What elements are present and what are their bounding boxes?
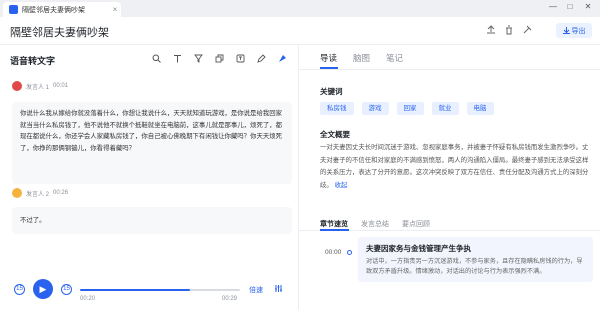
keyword-list: 私房钱 游戏 回家 就业 电脑 [320, 102, 494, 115]
edit-icon[interactable] [256, 54, 266, 64]
avatar [12, 81, 22, 91]
ai-assistant-icon[interactable] [277, 54, 287, 64]
pin-icon[interactable] [521, 25, 533, 37]
current-time: 00:20 [80, 296, 96, 302]
app-logo-icon [9, 5, 18, 14]
export-icon [562, 27, 570, 34]
chapter-tab-bar: 章节速览 发言总结 要点回顾 [299, 217, 600, 231]
audio-player: 15 ▶ 15 00:20 00:29 倍速 [0, 275, 298, 310]
tab-key-points[interactable]: 要点回顾 [402, 219, 430, 229]
tab-guide[interactable]: 导读 [320, 52, 337, 64]
forward-15-button[interactable]: 15 [61, 284, 72, 295]
speaker-timestamp[interactable]: 00:26 [53, 190, 68, 196]
rewind-15-button[interactable]: 15 [14, 284, 25, 295]
export-label: 导出 [571, 27, 586, 35]
transcript-paragraph[interactable]: 不过了。 [12, 207, 292, 234]
tab-title: 隔壁邻居夫妻俩吵架 [22, 6, 85, 14]
delete-icon[interactable] [503, 25, 515, 37]
playback-speed-button[interactable]: 倍速 [249, 285, 263, 295]
avatar [12, 188, 22, 198]
summary-text: 一对夫妻因丈夫长时间沉迷于游戏、忽视家庭事务，并被妻子怀疑有私房钱而发生激烈争吵… [320, 142, 592, 192]
chapter-body: 对话中，一方指责另一方沉迷游戏，不参与家务，且存在隐瞒私房钱的行为，导致双方矛盾… [366, 258, 583, 275]
page-title: 隔壁邻居夫妻俩吵架 [10, 27, 109, 39]
keyword-tag[interactable]: 回家 [396, 102, 424, 115]
insight-panel: 导读 脑图 笔记 关键词 私房钱 游戏 回家 就业 电脑 全文概要 一对夫妻因丈… [299, 45, 600, 310]
tab-mindmap[interactable]: 脑图 [353, 52, 370, 64]
chapter-title: 夫妻因家务与金钱管理产生争执 [366, 244, 471, 253]
progress-fill [80, 289, 191, 291]
copy-icon[interactable] [214, 54, 224, 64]
speaker-timestamp[interactable]: 00:01 [53, 83, 68, 89]
close-window-icon[interactable]: ✕ [581, 2, 595, 11]
search-icon[interactable] [151, 54, 161, 64]
timeline-dot-icon [347, 250, 352, 255]
transcript-title: 语音转文字 [10, 56, 56, 66]
share-icon[interactable] [485, 25, 497, 37]
transcript-paragraph[interactable]: 你说什么我从嫁给你就没落着什么，你想让我说什么，天天就知道玩游戏，是你说是给我回… [12, 102, 292, 184]
active-chapter-tab-indicator [320, 229, 349, 231]
text-format-icon[interactable] [172, 54, 182, 64]
page-header: 隔壁邻居夫妻俩吵架 导出 [0, 17, 600, 45]
maximize-icon[interactable]: □ [563, 2, 577, 11]
speaker-header: 发言人 1 00:01 [12, 81, 68, 91]
tab-notes[interactable]: 笔记 [386, 52, 403, 64]
tab-close-icon[interactable]: × [109, 5, 121, 14]
chapter-card[interactable]: 夫妻因家务与金钱管理产生争执 对话中，一方指责另一方沉迷游戏，不参与家务，且存在… [358, 237, 593, 282]
progress-slider[interactable] [80, 289, 240, 291]
speaker-name[interactable]: 发言人 1 [26, 82, 49, 91]
tab-chapter-overview[interactable]: 章节速览 [320, 219, 348, 229]
filter-icon[interactable] [193, 54, 203, 64]
keyword-tag[interactable]: 电脑 [466, 102, 494, 115]
keyword-tag[interactable]: 游戏 [361, 102, 389, 115]
tab-speaker-summary[interactable]: 发言总结 [361, 219, 389, 229]
document-tab[interactable]: 隔壁邻居夫妻俩吵架 × [3, 2, 121, 17]
keywords-title: 关键词 [320, 87, 343, 96]
keyword-tag[interactable]: 就业 [431, 102, 459, 115]
audio-settings-icon[interactable] [274, 284, 283, 295]
translate-icon[interactable] [235, 54, 245, 64]
keyword-tag[interactable]: 私房钱 [320, 102, 354, 115]
window-tab-bar: 隔壁邻居夫妻俩吵架 × — □ ✕ [0, 0, 600, 17]
summary-title: 全文概要 [320, 130, 350, 139]
total-time: 00:29 [222, 296, 238, 302]
transcript-panel: 语音转文字 发言人 1 00:01 你说什么我从嫁给你就没落着什么，你想让我说什… [0, 45, 298, 310]
play-button[interactable]: ▶ [33, 279, 53, 299]
collapse-link[interactable]: 收起 [335, 182, 348, 189]
speaker-name[interactable]: 发言人 2 [26, 189, 49, 198]
minimize-icon[interactable]: — [546, 2, 560, 11]
speaker-header: 发言人 2 00:26 [12, 188, 68, 198]
chapter-timestamp[interactable]: 00:00 [325, 249, 341, 256]
export-button[interactable]: 导出 [556, 23, 592, 38]
summary-body: 一对夫妻因丈夫长时间沉迷于游戏、忽视家庭事务，并被妻子怀疑有私房钱而发生激烈争吵… [320, 144, 589, 189]
tab-divider [299, 69, 600, 70]
